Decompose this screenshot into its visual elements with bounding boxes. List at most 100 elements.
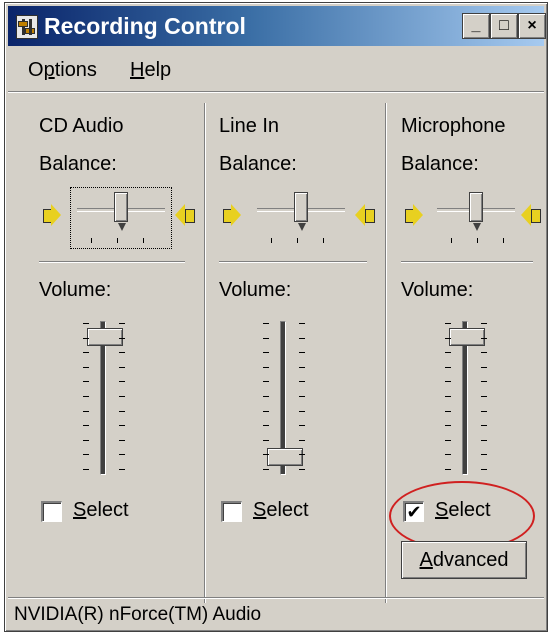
volume-tick [263,396,269,397]
volume-tick [445,425,451,426]
volume-tick [481,425,487,426]
window-title: Recording Control [44,13,246,39]
volume-tick [119,411,125,412]
volume-tick [445,454,451,455]
volume-slider[interactable] [239,321,329,475]
balance-thumb[interactable] [469,192,483,231]
volume-tick [299,440,305,441]
volume-tick [83,396,89,397]
volume-tick [299,367,305,368]
volume-tick [263,338,269,339]
volume-tick [83,411,89,412]
menu-options[interactable]: Options [28,59,97,82]
maximize-button[interactable]: □ [490,13,518,39]
volume-tick [83,425,89,426]
volume-tick [263,367,269,368]
volume-tick [83,352,89,353]
balance-slider[interactable] [70,187,172,249]
volume-thumb[interactable] [449,328,485,346]
volume-tick [119,352,125,353]
volume-tick [263,323,269,324]
menu-help[interactable]: Help [130,59,171,82]
volume-tick [119,381,125,382]
volume-tick [299,469,305,470]
speaker-right-icon [519,203,541,227]
volume-tick [299,381,305,382]
balance-slider[interactable] [251,188,351,248]
volume-tick [481,338,487,339]
section-separator [401,261,533,263]
volume-thumb[interactable] [87,328,123,346]
close-button[interactable]: × [518,13,546,39]
volume-tick [119,323,125,324]
volume-tick [263,352,269,353]
volume-slider[interactable] [421,321,511,475]
volume-tick [445,469,451,470]
volume-tick [481,411,487,412]
volume-tick [481,367,487,368]
section-separator [219,261,367,263]
column-divider [385,103,387,603]
channel-name: Microphone [401,115,506,137]
status-text: NVIDIA(R) nForce(TM) Audio [14,604,262,625]
volume-tick [83,469,89,470]
volume-tick [83,367,89,368]
volume-tick [83,440,89,441]
volume-tick [119,425,125,426]
volume-tick [299,323,305,324]
title-bar[interactable]: Recording Control _ □ × [8,6,546,46]
volume-tick [481,454,487,455]
section-separator [39,261,185,263]
volume-tick [263,454,269,455]
volume-tick [263,411,269,412]
volume-tick [263,440,269,441]
column-divider [204,103,206,603]
speaker-left-icon [41,203,63,227]
volume-tick [119,454,125,455]
speaker-left-icon [403,203,425,227]
balance-thumb[interactable] [114,192,128,231]
volume-tick [83,323,89,324]
advanced-button[interactable]: Advanced [401,541,527,579]
speaker-right-icon [173,203,195,227]
volume-tick [445,411,451,412]
status-bar: NVIDIA(R) nForce(TM) Audio [8,597,544,628]
volume-tick [299,425,305,426]
volume-slider[interactable] [59,321,149,475]
volume-tick [445,396,451,397]
speaker-right-icon [353,203,375,227]
select-label[interactable]: Select [253,499,309,522]
select-checkbox[interactable] [41,501,62,522]
volume-tick [481,352,487,353]
menu-separator [8,91,544,93]
volume-tick [299,338,305,339]
channel-name: Line In [219,115,280,137]
volume-tick [481,469,487,470]
volume-tick [263,425,269,426]
mixer-icon[interactable] [16,15,38,39]
volume-tick [119,396,125,397]
volume-tick [83,454,89,455]
menu-bar: Options Help [8,49,544,89]
minimize-button[interactable]: _ [462,13,490,39]
volume-label: Volume: [39,279,112,301]
balance-thumb[interactable] [294,192,308,231]
volume-tick [299,411,305,412]
volume-tick [481,440,487,441]
volume-tick [445,440,451,441]
balance-slider[interactable] [431,188,521,248]
volume-tick [263,381,269,382]
recording-control-window: Recording Control _ □ × Options Help CD … [4,2,548,632]
volume-tick [119,469,125,470]
select-checkbox[interactable] [221,501,242,522]
volume-label: Volume: [219,279,292,301]
volume-label: Volume: [401,279,474,301]
volume-thumb[interactable] [267,448,303,466]
volume-tick [481,381,487,382]
volume-tick [481,323,487,324]
volume-tick [119,440,125,441]
volume-tick [263,469,269,470]
volume-tick [299,396,305,397]
volume-tick [445,323,451,324]
select-label[interactable]: Select [73,499,129,522]
